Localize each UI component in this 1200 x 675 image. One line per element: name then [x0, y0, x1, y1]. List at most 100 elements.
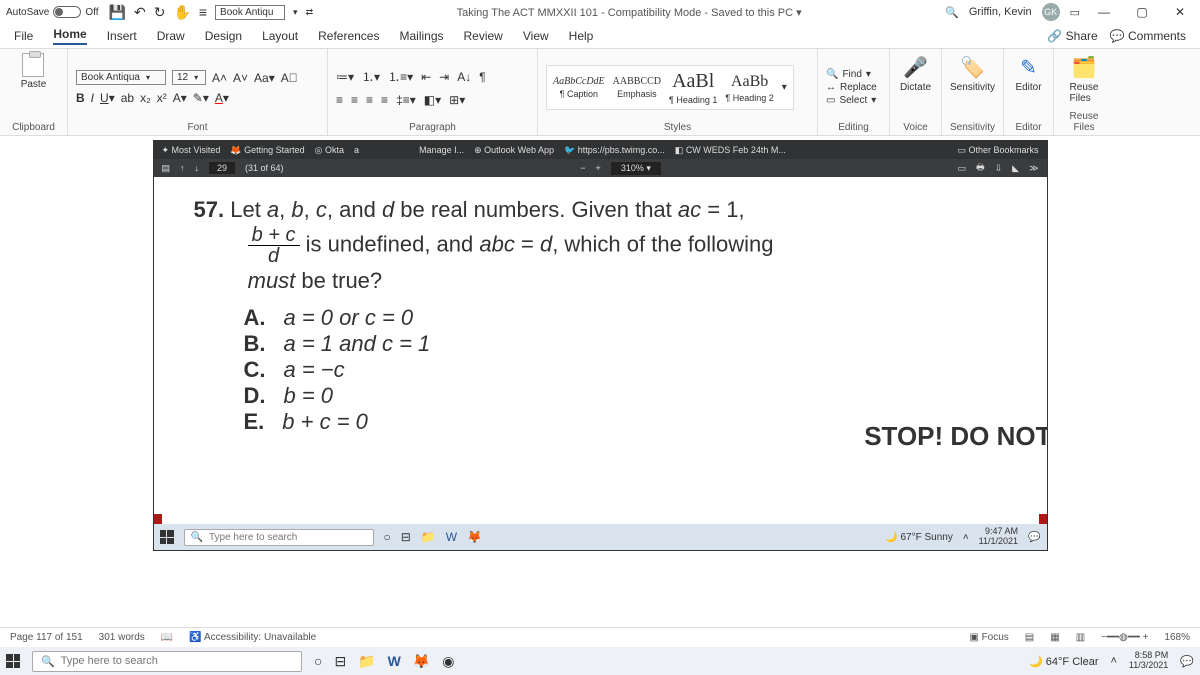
web-layout-icon[interactable]: ▥ — [1076, 632, 1085, 643]
font-size-dropdown[interactable]: 12▾ — [172, 70, 206, 85]
accessibility-status[interactable]: ♿ Accessibility: Unavailable — [189, 632, 316, 643]
tab-references[interactable]: References — [318, 29, 379, 43]
tab-layout[interactable]: Layout — [262, 29, 298, 43]
dropdown-caret-icon[interactable]: ▾ — [293, 7, 298, 18]
style-heading2[interactable]: AaBb¶ Heading 2 — [725, 73, 773, 103]
chrome-icon[interactable]: ◉ — [442, 653, 454, 670]
justify-icon[interactable]: ≡ — [381, 93, 388, 107]
tab-review[interactable]: Review — [464, 29, 503, 43]
zoom-in-icon[interactable]: + — [596, 163, 601, 173]
taskview-icon[interactable]: ⊟ — [334, 653, 346, 670]
touch-mode-icon[interactable]: ✋ — [173, 4, 190, 21]
inner-search-box[interactable]: 🔍 Type here to search — [184, 529, 374, 546]
font-color-icon[interactable]: A▾ — [215, 91, 229, 105]
grow-font-icon[interactable]: A˄ — [212, 71, 227, 85]
select-button[interactable]: ▭ Select ▾ — [826, 95, 877, 106]
borders-icon[interactable]: ⊞▾ — [449, 93, 465, 107]
decrease-indent-icon[interactable]: ⇤ — [421, 70, 431, 84]
zoom-slider[interactable]: −━━◍━━ + — [1101, 632, 1148, 643]
word-icon[interactable]: W — [388, 653, 401, 669]
zoom-out-icon[interactable]: − — [580, 163, 585, 173]
align-center-icon[interactable]: ≡ — [351, 93, 358, 107]
bm-cw[interactable]: ◧ CW WEDS Feb 24th M... — [675, 145, 786, 156]
tab-file[interactable]: File — [14, 29, 33, 43]
inner-start-icon[interactable] — [160, 530, 174, 544]
maximize-button[interactable]: ▢ — [1128, 5, 1156, 19]
inner-word-icon[interactable]: W — [446, 530, 457, 544]
inner-clock[interactable]: 9:47 AM11/1/2021 — [979, 527, 1018, 547]
bm-other[interactable]: ▭ Other Bookmarks — [957, 145, 1038, 156]
bullets-icon[interactable]: ≔▾ — [336, 70, 354, 84]
shading-icon[interactable]: ◧▾ — [424, 93, 441, 107]
inner-firefox-icon[interactable]: 🦊 — [467, 530, 482, 544]
styles-gallery[interactable]: AaBbCcDdE¶ Caption AABBCCDEmphasis AaBl¶… — [546, 65, 794, 110]
bold-button[interactable]: B — [76, 91, 85, 105]
print-layout-icon[interactable]: ▦ — [1050, 632, 1059, 643]
notifications-icon[interactable]: 💬 — [1180, 655, 1194, 668]
outer-weather[interactable]: 🌙 64°F Clear — [1029, 655, 1098, 668]
align-left-icon[interactable]: ≡ — [336, 93, 343, 107]
outer-clock[interactable]: 8:58 PM11/3/2021 — [1129, 651, 1168, 671]
inner-weather[interactable]: 🌙 67°F Sunny — [885, 532, 953, 543]
sort-icon[interactable]: A↓ — [457, 70, 471, 84]
word-count[interactable]: 301 words — [99, 632, 145, 643]
show-marks-icon[interactable]: ¶ — [479, 70, 485, 84]
bm-okta[interactable]: ◎ Okta — [315, 145, 344, 156]
shrink-font-icon[interactable]: A˅ — [233, 71, 248, 85]
increase-indent-icon[interactable]: ⇥ — [439, 70, 449, 84]
multilevel-icon[interactable]: ⒈≡▾ — [388, 68, 413, 85]
italic-button[interactable]: I — [91, 91, 94, 105]
tab-insert[interactable]: Insert — [107, 29, 137, 43]
inner-tray-caret-icon[interactable]: ˄ — [963, 532, 969, 543]
numbering-icon[interactable]: ⒈▾ — [362, 68, 380, 85]
bm-getting-started[interactable]: 🦊 Getting Started — [230, 145, 304, 156]
page-down-icon[interactable]: ↓ — [195, 163, 200, 173]
download-icon[interactable]: ⇩ — [995, 163, 1003, 174]
read-mode-icon[interactable]: ▤ — [1025, 632, 1034, 643]
tab-draw[interactable]: Draw — [157, 29, 185, 43]
styles-more-icon[interactable]: ▾ — [782, 82, 787, 93]
menu-icon[interactable]: ≡ — [199, 4, 207, 20]
reuse-files-button[interactable]: 🗂️Reuse Files — [1062, 53, 1106, 106]
tray-caret-icon[interactable]: ˄ — [1110, 655, 1116, 667]
close-button[interactable]: ✕ — [1166, 5, 1194, 19]
paste-button[interactable]: Paste — [21, 53, 47, 90]
style-caption[interactable]: AaBbCcDdE¶ Caption — [553, 76, 605, 99]
inner-cortana-icon[interactable]: ○ — [384, 530, 391, 544]
user-avatar[interactable]: GK — [1042, 3, 1060, 21]
page-number-input[interactable]: 29 — [209, 162, 235, 174]
bm-owa[interactable]: ⊕ Outlook Web App — [474, 145, 554, 156]
superscript-button[interactable]: x² — [157, 91, 167, 105]
print-icon[interactable]: 🖶 — [976, 160, 985, 176]
more-tools-icon[interactable]: ≫ — [1029, 163, 1038, 174]
find-button[interactable]: 🔍 Find ▾ — [826, 69, 877, 80]
sidebar-toggle-icon[interactable]: ▤ — [162, 163, 171, 174]
text-effects-icon[interactable]: A▾ — [173, 91, 187, 105]
page-up-icon[interactable]: ↑ — [180, 163, 185, 173]
underline-button[interactable]: U▾ — [100, 91, 115, 105]
bm-most-visited[interactable]: ✦ Most Visited — [162, 145, 221, 156]
focus-mode[interactable]: ▣ Focus — [969, 632, 1008, 643]
replace-button[interactable]: ↔ Replace — [826, 82, 877, 93]
sensitivity-button[interactable]: 🏷️Sensitivity — [950, 53, 995, 95]
inner-taskview-icon[interactable]: ⊟ — [401, 530, 411, 544]
tab-home[interactable]: Home — [53, 27, 86, 45]
dictate-button[interactable]: 🎤Dictate — [898, 53, 933, 95]
inner-scrollbar-region[interactable] — [154, 514, 1047, 524]
search-icon[interactable]: 🔍 — [945, 6, 959, 19]
inner-notifications-icon[interactable]: 💬 — [1028, 532, 1040, 543]
editor-button[interactable]: ✎Editor — [1012, 53, 1045, 95]
redo-icon[interactable]: ↻ — [154, 4, 166, 21]
undo-icon[interactable]: ↶ — [134, 4, 146, 21]
share-button[interactable]: 🔗 Share — [1047, 29, 1097, 43]
style-heading1[interactable]: AaBl¶ Heading 1 — [669, 70, 717, 105]
tab-mailings[interactable]: Mailings — [399, 29, 443, 43]
minimize-button[interactable]: — — [1090, 5, 1118, 19]
align-right-icon[interactable]: ≡ — [366, 93, 373, 107]
font-name-dropdown[interactable]: Book Antiqua▾ — [76, 70, 166, 85]
title-font-dropdown[interactable]: Book Antiqu — [215, 5, 285, 20]
highlight-icon[interactable]: ✎▾ — [193, 91, 209, 105]
user-name[interactable]: Griffin, Kevin — [969, 6, 1032, 18]
firefox-icon[interactable]: 🦊 — [413, 653, 430, 670]
tab-design[interactable]: Design — [205, 29, 242, 43]
